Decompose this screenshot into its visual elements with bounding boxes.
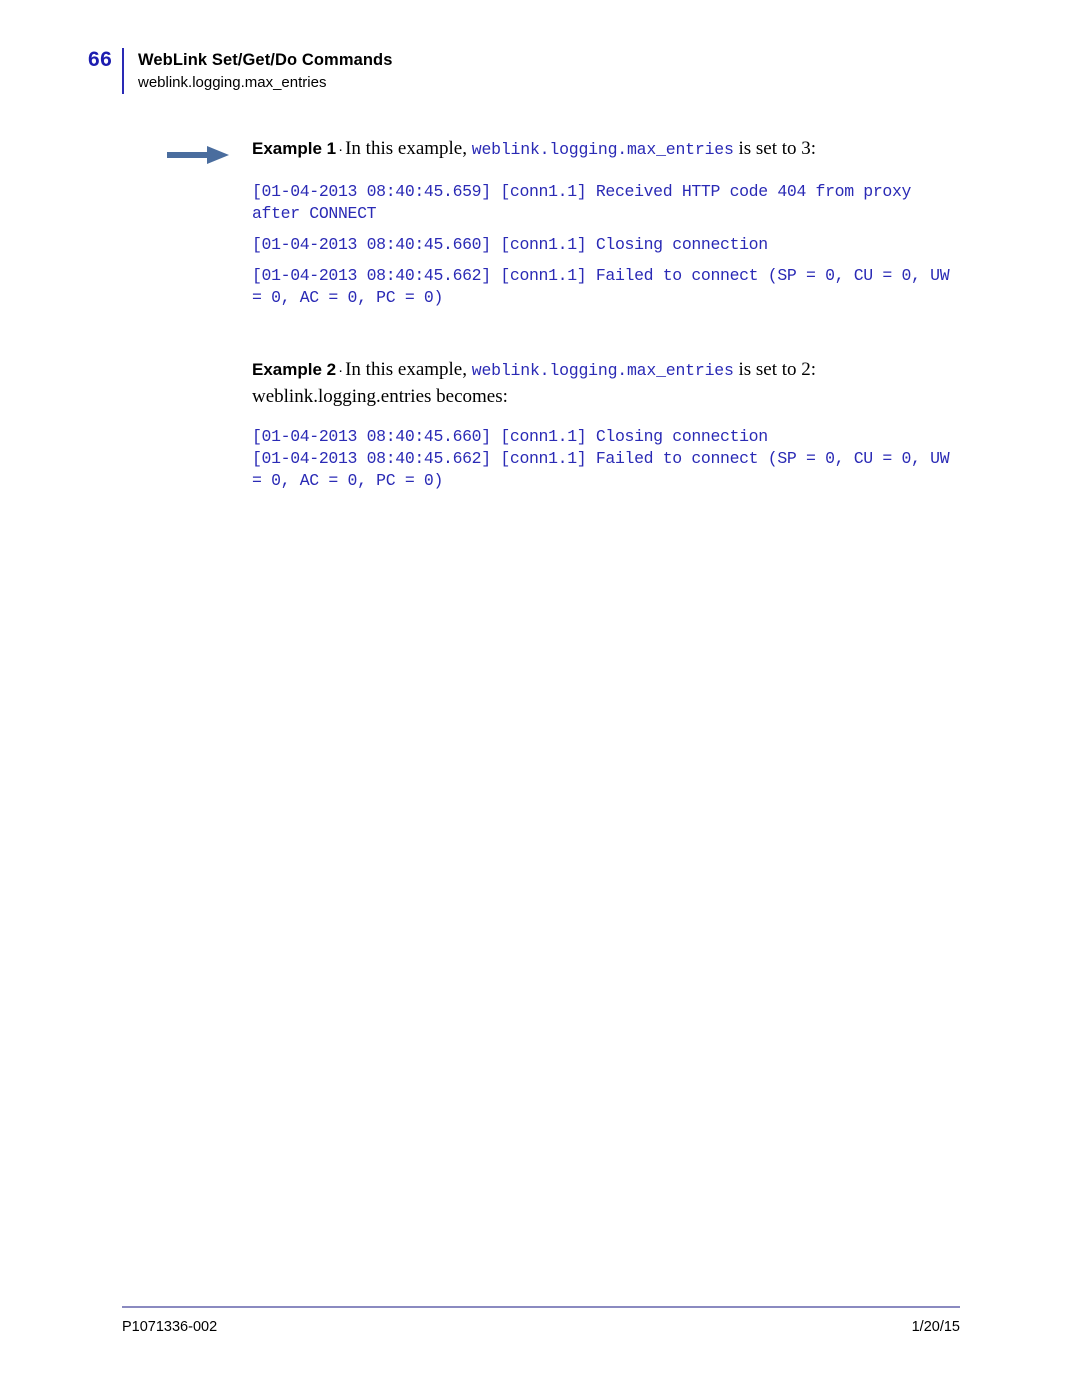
example-1-separator: · [338, 141, 344, 158]
header-subtitle: weblink.logging.max_entries [138, 74, 327, 91]
header-title: WebLink Set/Get/Do Commands [138, 51, 393, 69]
header-divider-rule [122, 48, 124, 94]
right-arrow-icon [167, 146, 229, 164]
example-2-lead-code: weblink.logging.max_entries [471, 361, 734, 380]
code-paragraph: [01-04-2013 08:40:45.662] [conn1.1] Fail… [252, 266, 959, 307]
example-2-separator: · [338, 362, 344, 379]
code-paragraph: [01-04-2013 08:40:45.659] [conn1.1] Rece… [252, 182, 921, 223]
document-page: 66 WebLink Set/Get/Do Commands weblink.l… [0, 0, 1080, 1397]
example-1-lead-code: weblink.logging.max_entries [471, 140, 734, 159]
header-text-group: WebLink Set/Get/Do Commands weblink.logg… [138, 48, 393, 94]
code-paragraph: [01-04-2013 08:40:45.660] [conn1.1] Clos… [252, 235, 768, 254]
page-header: 66 WebLink Set/Get/Do Commands weblink.l… [88, 48, 968, 94]
code-paragraph: [01-04-2013 08:40:45.662] [conn1.1] Fail… [252, 449, 959, 490]
example-block-1: Example 1 · In this example, weblink.loggi… [252, 136, 964, 309]
page-footer: P1071336-002 1/20/15 [122, 1306, 960, 1335]
example-1-lead-prefix: In this example, [345, 138, 467, 159]
footer-divider-rule [122, 1306, 960, 1308]
page-number: 66 [88, 48, 113, 71]
footer-date: 1/20/15 [911, 1319, 960, 1335]
example-block-2: Example 2 · In this example, weblink.loggi… [252, 357, 964, 492]
example-1-lead: Example 1 · In this example, weblink.loggi… [252, 136, 964, 163]
example-1-label: Example 1 [252, 139, 337, 158]
example-2-label: Example 2 [252, 360, 337, 379]
example-2-lead: Example 2 · In this example, weblink.loggi… [252, 357, 964, 384]
footer-row: P1071336-002 1/20/15 [122, 1319, 960, 1335]
example-2-lead-suffix: is set to 2: [738, 359, 817, 380]
page-content: Example 1 · In this example, weblink.loggi… [167, 136, 964, 492]
example-2-lead-line2: weblink.logging.entries becomes: [252, 386, 508, 407]
code-paragraph: [01-04-2013 08:40:45.660] [conn1.1] Clos… [252, 427, 768, 446]
footer-document-id: P1071336-002 [122, 1319, 218, 1335]
example-1-lead-suffix: is set to 3: [738, 138, 817, 159]
example-2-lead-prefix: In this example, [345, 359, 467, 380]
